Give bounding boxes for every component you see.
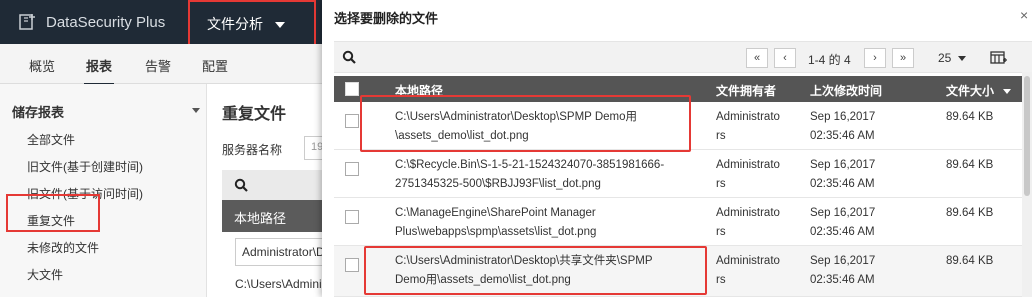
modified-time: 02:35:46 AM [810,130,875,142]
chevron-down-icon [957,56,966,62]
app-name: DataSecurity Plus [46,13,166,31]
select-all-checkbox[interactable] [345,82,359,96]
per-page-value: 25 [938,51,952,65]
modified-cell: Sep 16,2017 02:35:46 AM [810,252,910,290]
highlight-box [364,246,707,295]
modified-date: Sep 16,2017 [810,159,876,171]
sidebar: 储存报表 全部文件 旧文件(基于创建时间) 旧文件(基于访问时间) 重复文件 未… [0,84,207,297]
page-title: 重复文件 [222,106,287,123]
main-content: 重复文件 服务器名称 19 本地路径 Administrator\D C:\Us… [208,84,322,297]
column-chooser-icon[interactable] [990,51,1008,65]
file-path-cell: C:\$Recycle.Bin\S-1-5-21-1524324070-3851… [395,156,715,194]
owner-line: Administrato [716,255,780,267]
server-input[interactable]: 19 [304,136,322,160]
sub-tabs: 概览 报表 告警 配置 [0,44,322,86]
owner-line: rs [716,226,726,238]
owner-cell: Administrato rs [716,108,796,146]
file-path-line: C:\ManageEngine\SharePoint Manager [395,207,596,219]
chevron-down-icon [192,108,200,113]
top-bar: DataSecurity Plus 文件分析 [0,0,322,56]
owner-line: Administrato [716,159,780,171]
highlight-box [6,194,100,232]
file-path-cell: C:\ManageEngine\SharePoint Manager Plus\… [395,204,715,242]
datasecurity-logo-icon [19,14,35,30]
scrollbar-thumb[interactable] [1024,76,1030,196]
column-header-owner[interactable]: 文件拥有者 [716,82,776,99]
content-toolbar [222,170,322,200]
tab-reports[interactable]: 报表 [83,56,115,86]
size-cell: 89.64 KB [946,255,994,267]
column-header-size[interactable]: 文件大小 [946,82,1012,99]
sidebar-item-old-created[interactable]: 旧文件(基于创建时间) [27,158,143,175]
table-row[interactable]: C:\ManageEngine\SharePoint Manager Plus\… [334,198,1032,246]
delete-files-dialog: 选择要删除的文件 × « ‹ 1-4 的 4 › » 25 本地路径 文件拥有者… [322,0,1032,297]
search-icon[interactable] [342,50,356,64]
server-label: 服务器名称 [222,143,283,157]
content-row-path: C:\Users\Admini [235,277,322,291]
highlight-box [360,95,691,152]
owner-line: Administrato [716,207,780,219]
modified-time: 02:35:46 AM [810,226,875,238]
sidebar-section-label: 储存报表 [12,105,65,120]
tab-alerts[interactable]: 告警 [145,56,171,75]
prev-page-button[interactable]: ‹ [774,48,796,68]
content-column-header: 本地路径 [222,200,322,232]
dialog-toolbar: « ‹ 1-4 的 4 › » 25 [334,41,1032,73]
file-analysis-label: 文件分析 [207,16,263,32]
per-page-select[interactable]: 25 [938,51,966,65]
chevron-down-icon [274,22,285,29]
sort-desc-icon [1003,89,1012,95]
last-page-button[interactable]: » [892,48,914,68]
row-checkbox[interactable] [345,258,359,272]
owner-line: rs [716,274,726,286]
sidebar-item-large-files[interactable]: 大文件 [27,266,63,283]
owner-cell: Administrato rs [716,252,796,290]
modified-date: Sep 16,2017 [810,111,876,123]
modified-time: 02:35:46 AM [810,274,875,286]
close-icon[interactable]: × [1020,7,1028,23]
column-header-size-label: 文件大小 [946,84,995,98]
first-page-button[interactable]: « [746,48,768,68]
tab-overview[interactable]: 概览 [29,56,55,75]
size-cell: 89.64 KB [946,111,994,123]
tab-config[interactable]: 配置 [202,56,228,75]
size-cell: 89.64 KB [946,207,994,219]
modified-time: 02:35:46 AM [810,178,875,190]
search-icon[interactable] [234,178,248,192]
owner-line: rs [716,130,726,142]
owner-line: rs [716,178,726,190]
size-cell: 89.64 KB [946,159,994,171]
row-checkbox[interactable] [345,162,359,176]
app-logo[interactable]: DataSecurity Plus [18,12,165,32]
modified-date: Sep 16,2017 [810,207,876,219]
modified-cell: Sep 16,2017 02:35:46 AM [810,156,910,194]
pagination-range: 1-4 的 4 [808,53,851,67]
row-checkbox[interactable] [345,210,359,224]
next-page-button[interactable]: › [864,48,886,68]
path-filter-input[interactable]: Administrator\D [235,238,322,266]
modified-cell: Sep 16,2017 02:35:46 AM [810,204,910,242]
modified-cell: Sep 16,2017 02:35:46 AM [810,108,910,146]
owner-line: Administrato [716,111,780,123]
file-path-line: 2751345325-500\$RBJJ93F\list_dot.png [395,178,601,190]
file-path-line: Plus\webapps\spmp\assets\list_dot.png [395,226,597,238]
column-header-modified[interactable]: 上次修改时间 [810,82,882,99]
dialog-title: 选择要删除的文件 [334,11,439,26]
scrollbar[interactable] [1022,72,1032,297]
file-path-line: C:\$Recycle.Bin\S-1-5-21-1524324070-3851… [395,159,665,171]
sidebar-item-all-files[interactable]: 全部文件 [27,131,75,148]
sidebar-item-unmodified[interactable]: 未修改的文件 [27,239,99,256]
modified-date: Sep 16,2017 [810,255,876,267]
table-row[interactable]: C:\$Recycle.Bin\S-1-5-21-1524324070-3851… [334,150,1032,198]
owner-cell: Administrato rs [716,156,796,194]
row-checkbox[interactable] [345,114,359,128]
sidebar-section-title[interactable]: 储存报表 [12,102,200,121]
owner-cell: Administrato rs [716,204,796,242]
